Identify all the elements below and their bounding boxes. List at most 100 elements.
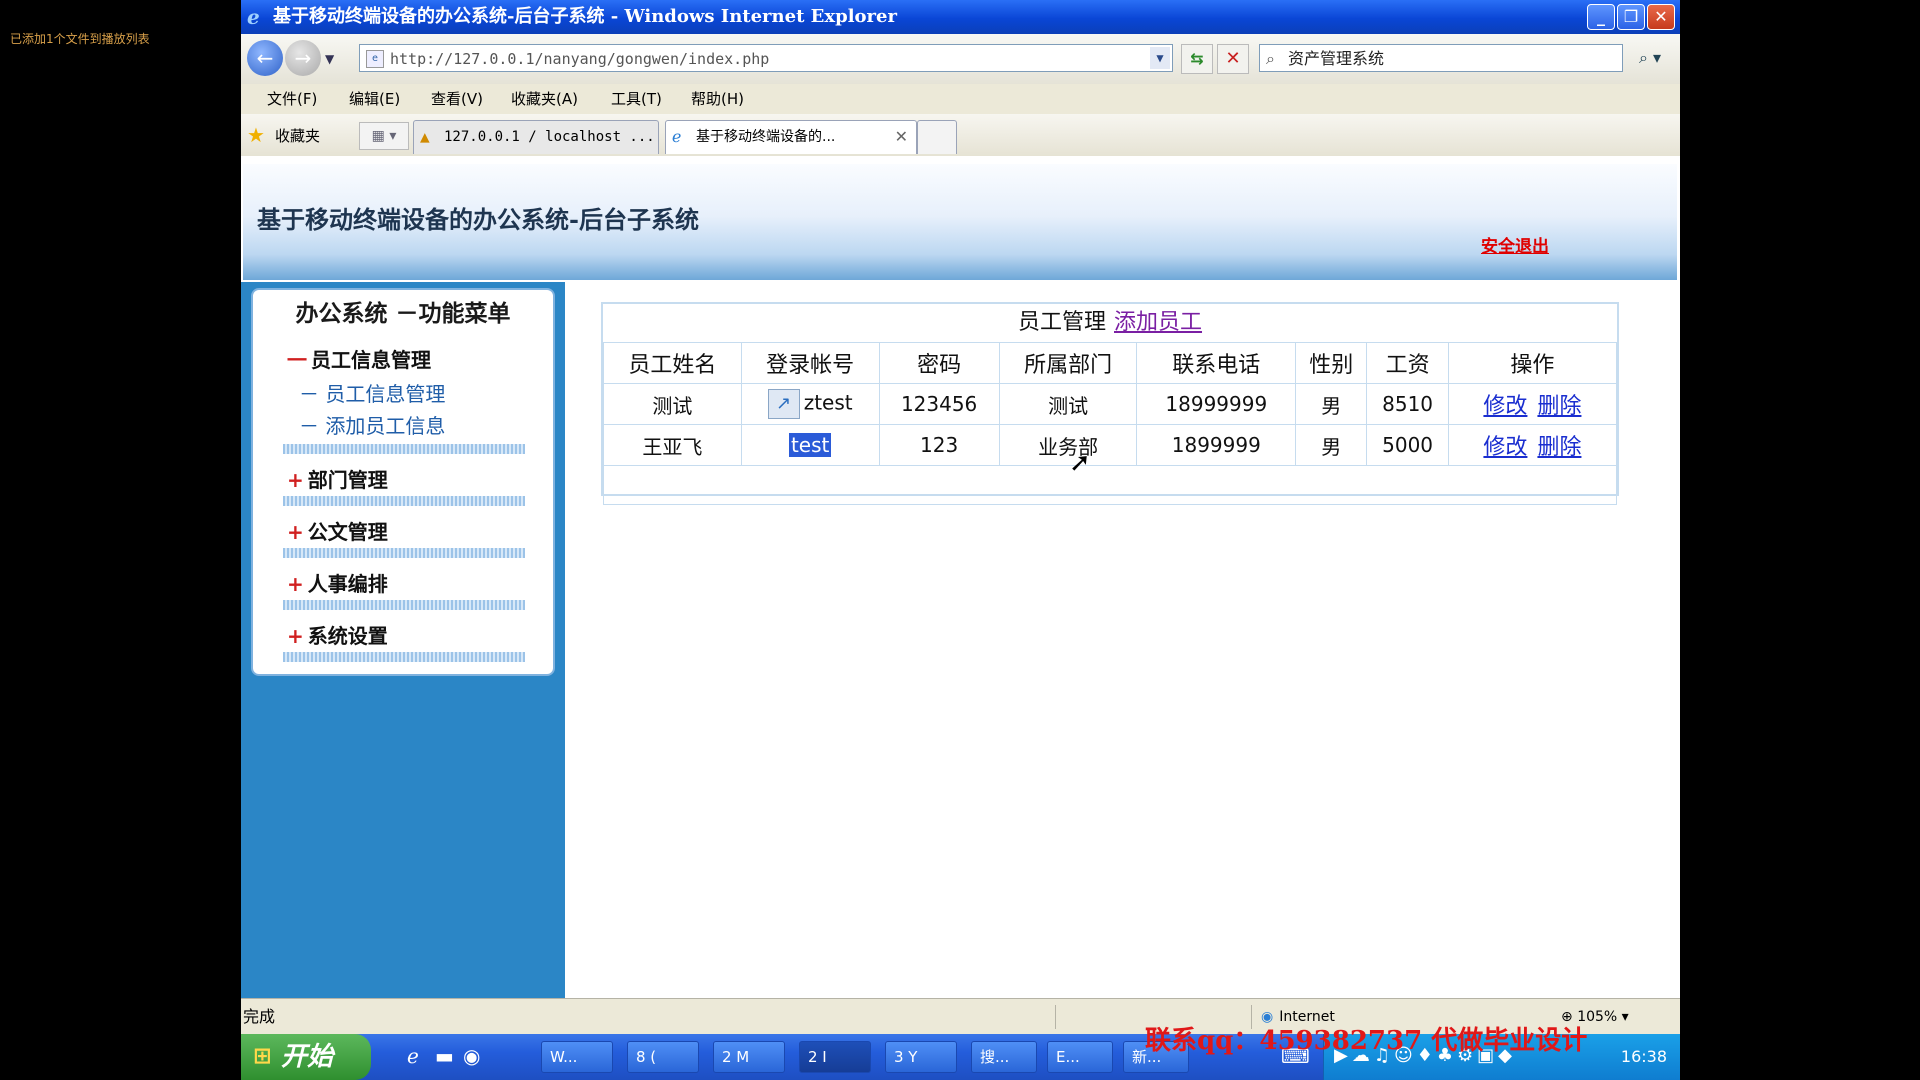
cell-phone: 18999999 [1136, 383, 1297, 425]
employee-table: 员工姓名 登录帐号 密码 所属部门 联系电话 性别 工资 操作 测试 ↗ ztes… [603, 342, 1618, 505]
selected-account-text[interactable]: test [788, 433, 832, 457]
empty-row [603, 465, 1617, 505]
menu-edit[interactable]: 编辑(E) [349, 84, 400, 114]
menu-divider [283, 652, 525, 662]
search-input[interactable]: ⌕ 资产管理系统 [1259, 44, 1623, 72]
close-tab-icon[interactable]: ✕ [895, 121, 908, 153]
ie-quicklaunch-icon[interactable]: ℯ [407, 1044, 419, 1068]
search-go-button[interactable]: ⌕ ▾ [1629, 44, 1671, 72]
clock[interactable]: 16:38 [1621, 1034, 1667, 1080]
taskbar-item-6[interactable]: 搜... [971, 1041, 1037, 1073]
menu-group-settings[interactable]: + 系统设置 [287, 620, 388, 649]
cell-name: 王亚飞 [603, 424, 742, 466]
menu-divider [283, 548, 525, 558]
start-button[interactable]: ⊞ 开始 [241, 1034, 371, 1080]
menu-group-department[interactable]: + 部门管理 [287, 464, 388, 493]
new-tab-button[interactable] [917, 120, 957, 154]
employee-table-panel: 员工管理 添加员工 员工姓名 登录帐号 密码 所属部门 联系电话 性别 工资 操作… [601, 302, 1619, 505]
menu-sub-employee-manage[interactable]: － 员工信息管理 [299, 378, 445, 407]
cell-password: 123456 [878, 383, 1000, 425]
menu-help[interactable]: 帮助(H) [691, 84, 744, 114]
menu-sub-add-employee[interactable]: － 添加员工信息 [299, 410, 445, 439]
quick-tabs-icon[interactable]: ▦ ▾ [359, 122, 409, 150]
media-quicklaunch-icon[interactable]: ◉ [463, 1044, 480, 1068]
stop-button[interactable]: ✕ [1217, 44, 1249, 74]
table-title: 员工管理 [1017, 310, 1106, 335]
cell-account: test [740, 424, 880, 466]
cell-department: 测试 [998, 383, 1138, 425]
expand-icon: + [287, 624, 304, 648]
tab-label: 127.0.0.1 / localhost ... [444, 129, 655, 145]
function-menu: 办公系统 －功能菜单 一员工信息管理 － 员工信息管理 － 添加员工信息 + 部门… [251, 288, 555, 676]
table-title-row: 员工管理 添加员工 [603, 304, 1617, 344]
logout-link[interactable]: 安全退出 [1481, 232, 1549, 257]
favorites-label[interactable]: 收藏夹 [275, 125, 320, 146]
cell-salary: 5000 [1366, 424, 1449, 466]
search-icon: ⌕ [1266, 49, 1275, 68]
add-employee-link[interactable]: 添加员工 [1114, 310, 1202, 335]
menu-divider [283, 444, 525, 454]
page-title: 基于移动终端设备的办公系统-后台子系统 [257, 205, 699, 234]
col-account: 登录帐号 [740, 342, 880, 384]
url-dropdown-icon[interactable]: ▼ [1150, 47, 1170, 69]
col-phone: 联系电话 [1136, 342, 1297, 384]
refresh-button[interactable]: ⇆ [1181, 44, 1213, 74]
menu-group-label: 员工信息管理 [311, 348, 431, 372]
close-button[interactable]: ✕ [1647, 4, 1675, 30]
taskbar-item-5[interactable]: 3 Y [885, 1041, 957, 1073]
table-header-row: 员工姓名 登录帐号 密码 所属部门 联系电话 性别 工资 操作 [603, 342, 1618, 384]
taskbar-item-4[interactable]: 2 I [799, 1041, 871, 1073]
menu-divider [283, 496, 525, 506]
star-icon[interactable]: ★ [247, 123, 265, 147]
mouse-cursor-icon: ➚ [1069, 448, 1091, 478]
back-button[interactable]: ← [247, 40, 283, 76]
menu-group-label: 部门管理 [307, 468, 388, 492]
collapse-icon: 一 [287, 348, 307, 372]
window-title: 基于移动终端设备的办公系统-后台子系统 - Windows Internet E… [273, 6, 897, 27]
edit-link[interactable]: 修改 [1483, 394, 1527, 419]
delete-link[interactable]: 删除 [1537, 394, 1581, 419]
menu-tools[interactable]: 工具(T) [611, 84, 662, 114]
history-dropdown-icon[interactable]: ▼ [325, 52, 334, 66]
menu-favorites[interactable]: 收藏夹(A) [511, 84, 578, 114]
expand-icon: + [287, 572, 304, 596]
cell-account: ↗ ztest [740, 383, 880, 425]
delete-link[interactable]: 删除 [1537, 435, 1581, 460]
menu-divider [283, 600, 525, 610]
tab-phpmyadmin[interactable]: ▲ 127.0.0.1 / localhost ... [413, 120, 659, 154]
url-text: http://127.0.0.1/nanyang/gongwen/index.p… [390, 50, 770, 68]
forward-button[interactable]: → [285, 40, 321, 76]
title-bar: ℯ 基于移动终端设备的办公系统-后台子系统 - Windows Internet… [241, 0, 1680, 34]
restore-button[interactable]: ❐ [1617, 4, 1645, 30]
url-input[interactable]: e http://127.0.0.1/nanyang/gongwen/index… [359, 44, 1173, 72]
taskbar-item-7[interactable]: E... [1047, 1041, 1113, 1073]
menu-group-documents[interactable]: + 公文管理 [287, 516, 388, 545]
edit-link[interactable]: 修改 [1483, 435, 1527, 460]
favorites-bar: ★ 收藏夹 ▦ ▾ ▲ 127.0.0.1 / localhost ... ℯ … [241, 114, 1680, 157]
cell-phone: 1899999 [1136, 424, 1297, 466]
minimize-button[interactable]: _ [1587, 4, 1615, 30]
menu-group-employee[interactable]: 一员工信息管理 [287, 344, 431, 373]
shortcut-icon: ↗ [767, 389, 800, 419]
pma-icon: ▲ [420, 127, 430, 146]
menu-group-label: 系统设置 [307, 624, 388, 648]
address-bar: ← → ▼ e http://127.0.0.1/nanyang/gongwen… [241, 34, 1680, 85]
table-row: 王亚飞 test 123 业务部 1899999 男 5000 修改 删除 [603, 424, 1618, 466]
menu-view[interactable]: 查看(V) [431, 84, 483, 114]
tab-office-system[interactable]: ℯ 基于移动终端设备的... ✕ [665, 120, 917, 154]
page-content: 基于移动终端设备的办公系统-后台子系统 安全退出 办公系统 －功能菜单 一员工信… [241, 156, 1680, 998]
expand-icon: + [287, 468, 304, 492]
folder-quicklaunch-icon[interactable]: ▬ [435, 1044, 454, 1068]
account-text: ztest [803, 390, 853, 415]
cell-gender: 男 [1295, 383, 1368, 425]
menu-group-label: 人事编排 [307, 572, 388, 596]
menu-file[interactable]: 文件(F) [267, 84, 317, 114]
search-value: 资产管理系统 [1288, 49, 1385, 68]
taskbar-item-1[interactable]: W... [541, 1041, 613, 1073]
taskbar-item-2[interactable]: 8 ( [627, 1041, 699, 1073]
taskbar-item-3[interactable]: 2 M [713, 1041, 785, 1073]
start-label: 开始 [281, 1042, 334, 1072]
table-row: 测试 ↗ ztest 123456 测试 18999999 男 8510 修改 删除 [603, 383, 1618, 425]
ie-window: ℯ 基于移动终端设备的办公系统-后台子系统 - Windows Internet… [241, 0, 1680, 1080]
menu-group-hr[interactable]: + 人事编排 [287, 568, 388, 597]
